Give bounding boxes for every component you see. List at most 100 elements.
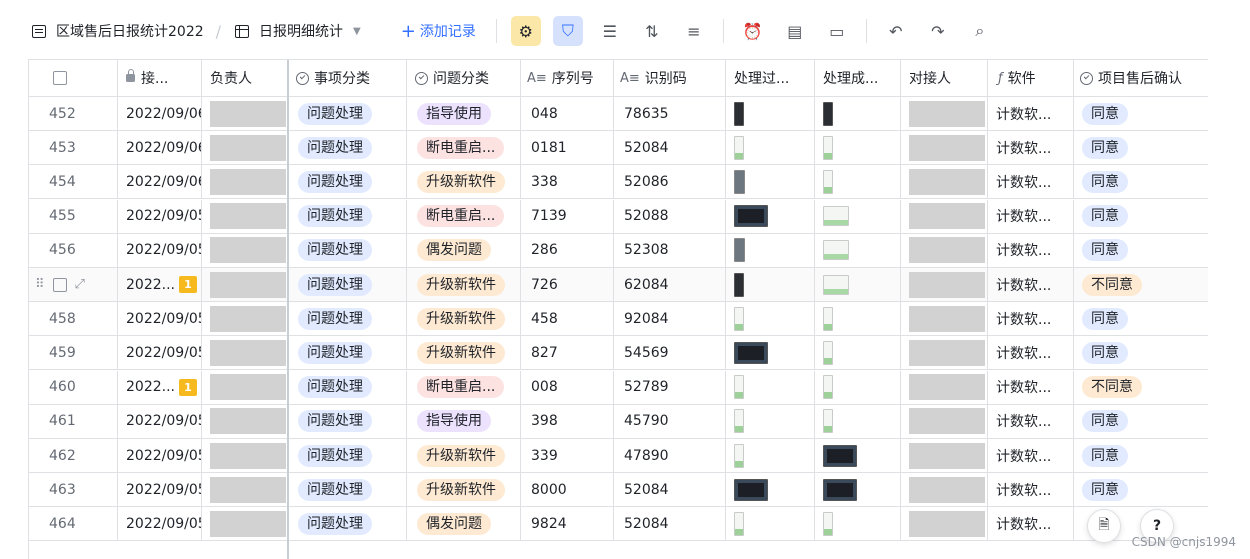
software-cell[interactable]: 计数软... xyxy=(988,302,1074,336)
process-image-cell[interactable] xyxy=(726,439,815,472)
confirm-cell[interactable]: 同意 xyxy=(1074,131,1208,164)
drag-handle-icon[interactable]: ⠿ xyxy=(35,277,45,292)
problem-cell[interactable]: 升级新软件 xyxy=(407,268,521,301)
result-image-cell[interactable] xyxy=(815,336,901,370)
attachment-thumbnail[interactable] xyxy=(823,306,833,331)
owner-cell[interactable] xyxy=(202,199,288,233)
serial-cell[interactable]: 827 xyxy=(521,336,614,370)
date-cell[interactable]: 2022/09/05 xyxy=(118,233,202,267)
software-cell[interactable]: 计数软... xyxy=(988,336,1074,370)
problem-cell[interactable]: 升级新软件 xyxy=(407,473,521,507)
attachment-thumbnail[interactable] xyxy=(823,444,857,467)
problem-cell[interactable]: 断电重启... xyxy=(407,131,521,165)
search-button[interactable]: ⌕ xyxy=(965,16,995,46)
settings-button[interactable]: ⚙ xyxy=(510,16,541,46)
software-cell[interactable]: 计数软... xyxy=(988,370,1074,404)
group-button[interactable]: ☰ xyxy=(595,16,625,46)
problem-cell[interactable]: 偶发问题 xyxy=(407,507,521,541)
date-cell[interactable]: 2022/09/05 xyxy=(118,199,202,233)
attachment-thumbnail[interactable] xyxy=(823,101,833,126)
table-row[interactable]: 464 2022/09/05 问题处理 偶发问题 9824 52084 计数软... xyxy=(29,507,1208,542)
expand-record-icon[interactable]: ⤢ xyxy=(75,277,85,292)
attachment-thumbnail[interactable] xyxy=(734,375,744,400)
serial-cell[interactable]: 8000 xyxy=(521,473,614,507)
attachment-thumbnail[interactable] xyxy=(734,135,744,160)
column-header-type[interactable]: 事项分类 xyxy=(288,60,407,96)
serial-cell[interactable]: 9824 xyxy=(521,507,614,541)
date-cell[interactable]: 2022/09/05 xyxy=(118,404,202,438)
date-cell[interactable]: 2022/09/05 xyxy=(118,302,202,336)
software-cell[interactable]: 计数软... xyxy=(988,131,1074,165)
problem-cell[interactable]: 指导使用 xyxy=(407,404,521,438)
result-image-cell[interactable] xyxy=(815,302,901,336)
problem-cell[interactable]: 升级新软件 xyxy=(407,302,521,336)
problem-cell[interactable]: 升级新软件 xyxy=(407,439,521,472)
serial-cell[interactable]: 339 xyxy=(521,439,614,472)
contact-cell[interactable] xyxy=(901,97,988,130)
software-cell[interactable]: 计数软... xyxy=(988,97,1074,130)
serial-cell[interactable]: 458 xyxy=(521,302,614,336)
alarm-button[interactable]: ⏰ xyxy=(738,16,768,46)
result-image-cell[interactable] xyxy=(815,199,901,233)
serial-cell[interactable]: 286 xyxy=(521,233,614,267)
confirm-cell[interactable]: 不同意 xyxy=(1074,371,1208,404)
type-cell[interactable]: 问题处理 xyxy=(288,336,407,370)
process-image-cell[interactable] xyxy=(726,404,815,438)
date-cell[interactable]: 2022/09/05 xyxy=(118,439,202,472)
type-cell[interactable]: 问题处理 xyxy=(288,473,407,507)
owner-cell[interactable] xyxy=(202,336,288,370)
result-image-cell[interactable] xyxy=(815,268,901,301)
date-cell[interactable]: 2022/09/05 xyxy=(118,473,202,507)
table-row[interactable]: 456 2022/09/05 问题处理 偶发问题 286 52308 计数软... 同意 xyxy=(29,233,1208,268)
date-cell[interactable]: 2022/09/05 xyxy=(118,507,202,541)
serial-cell[interactable]: 008 xyxy=(521,370,614,404)
process-image-cell[interactable] xyxy=(726,473,815,507)
table-row[interactable]: 455 2022/09/05 问题处理 断电重启... 7139 52088 计数软... 同… xyxy=(29,199,1208,234)
table-row[interactable]: 462 2022/09/05 问题处理 升级新软件 339 47890 计数软... 同意 xyxy=(29,439,1208,473)
process-image-cell[interactable] xyxy=(726,199,815,233)
contact-cell[interactable] xyxy=(901,165,988,199)
contact-cell[interactable] xyxy=(901,233,988,267)
table-row[interactable]: 461 2022/09/05 问题处理 指导使用 398 45790 计数软... 同意 xyxy=(29,404,1208,439)
result-image-cell[interactable] xyxy=(815,370,901,404)
attachment-thumbnail[interactable] xyxy=(734,306,744,331)
table-row[interactable]: 453 2022/09/06 问题处理 断电重启... 0181 52084 计数软... 同… xyxy=(29,131,1208,166)
problem-cell[interactable]: 升级新软件 xyxy=(407,165,521,199)
code-cell[interactable]: 54569 xyxy=(614,336,726,370)
attachment-thumbnail[interactable] xyxy=(823,206,849,227)
contact-cell[interactable] xyxy=(901,302,988,336)
result-image-cell[interactable] xyxy=(815,233,901,267)
result-image-cell[interactable] xyxy=(815,165,901,199)
process-image-cell[interactable] xyxy=(726,233,815,267)
owner-cell[interactable] xyxy=(202,302,288,336)
contact-cell[interactable] xyxy=(901,336,988,370)
column-header-img-process[interactable]: 处理过... xyxy=(726,60,815,96)
confirm-cell[interactable]: 同意 xyxy=(1074,405,1208,438)
date-cell[interactable]: 2022... 1 xyxy=(118,370,202,404)
problem-cell[interactable]: 断电重启... xyxy=(407,199,521,233)
attachment-thumbnail[interactable] xyxy=(734,409,744,434)
attachment-thumbnail[interactable] xyxy=(734,478,768,501)
column-header-owner[interactable]: 负责人 xyxy=(202,60,288,96)
type-cell[interactable]: 问题处理 xyxy=(288,439,407,472)
problem-cell[interactable]: 偶发问题 xyxy=(407,233,521,267)
table-row[interactable]: 460 2022... 1 问题处理 断电重启... 008 52789 计数软... 不同意 xyxy=(29,370,1208,405)
result-image-cell[interactable] xyxy=(815,507,901,541)
confirm-cell[interactable]: 同意 xyxy=(1074,165,1208,198)
code-cell[interactable]: 62084 xyxy=(614,268,726,301)
contact-cell[interactable] xyxy=(901,370,988,404)
owner-cell[interactable] xyxy=(202,268,288,301)
form-button[interactable]: ▤ xyxy=(780,16,810,46)
serial-cell[interactable]: 7139 xyxy=(521,199,614,233)
attachment-thumbnail[interactable] xyxy=(734,101,744,126)
result-image-cell[interactable] xyxy=(815,97,901,130)
serial-cell[interactable]: 0181 xyxy=(521,131,614,165)
confirm-cell[interactable]: 不同意 xyxy=(1074,268,1208,301)
attachment-thumbnail[interactable] xyxy=(823,375,833,400)
code-cell[interactable]: 78635 xyxy=(614,97,726,130)
column-header-confirm[interactable]: 项目售后确认 xyxy=(1074,60,1208,96)
owner-cell[interactable] xyxy=(202,439,288,472)
attachment-thumbnail[interactable] xyxy=(823,240,849,261)
software-cell[interactable]: 计数软... xyxy=(988,439,1074,472)
redo-button[interactable]: ↷ xyxy=(923,16,953,46)
